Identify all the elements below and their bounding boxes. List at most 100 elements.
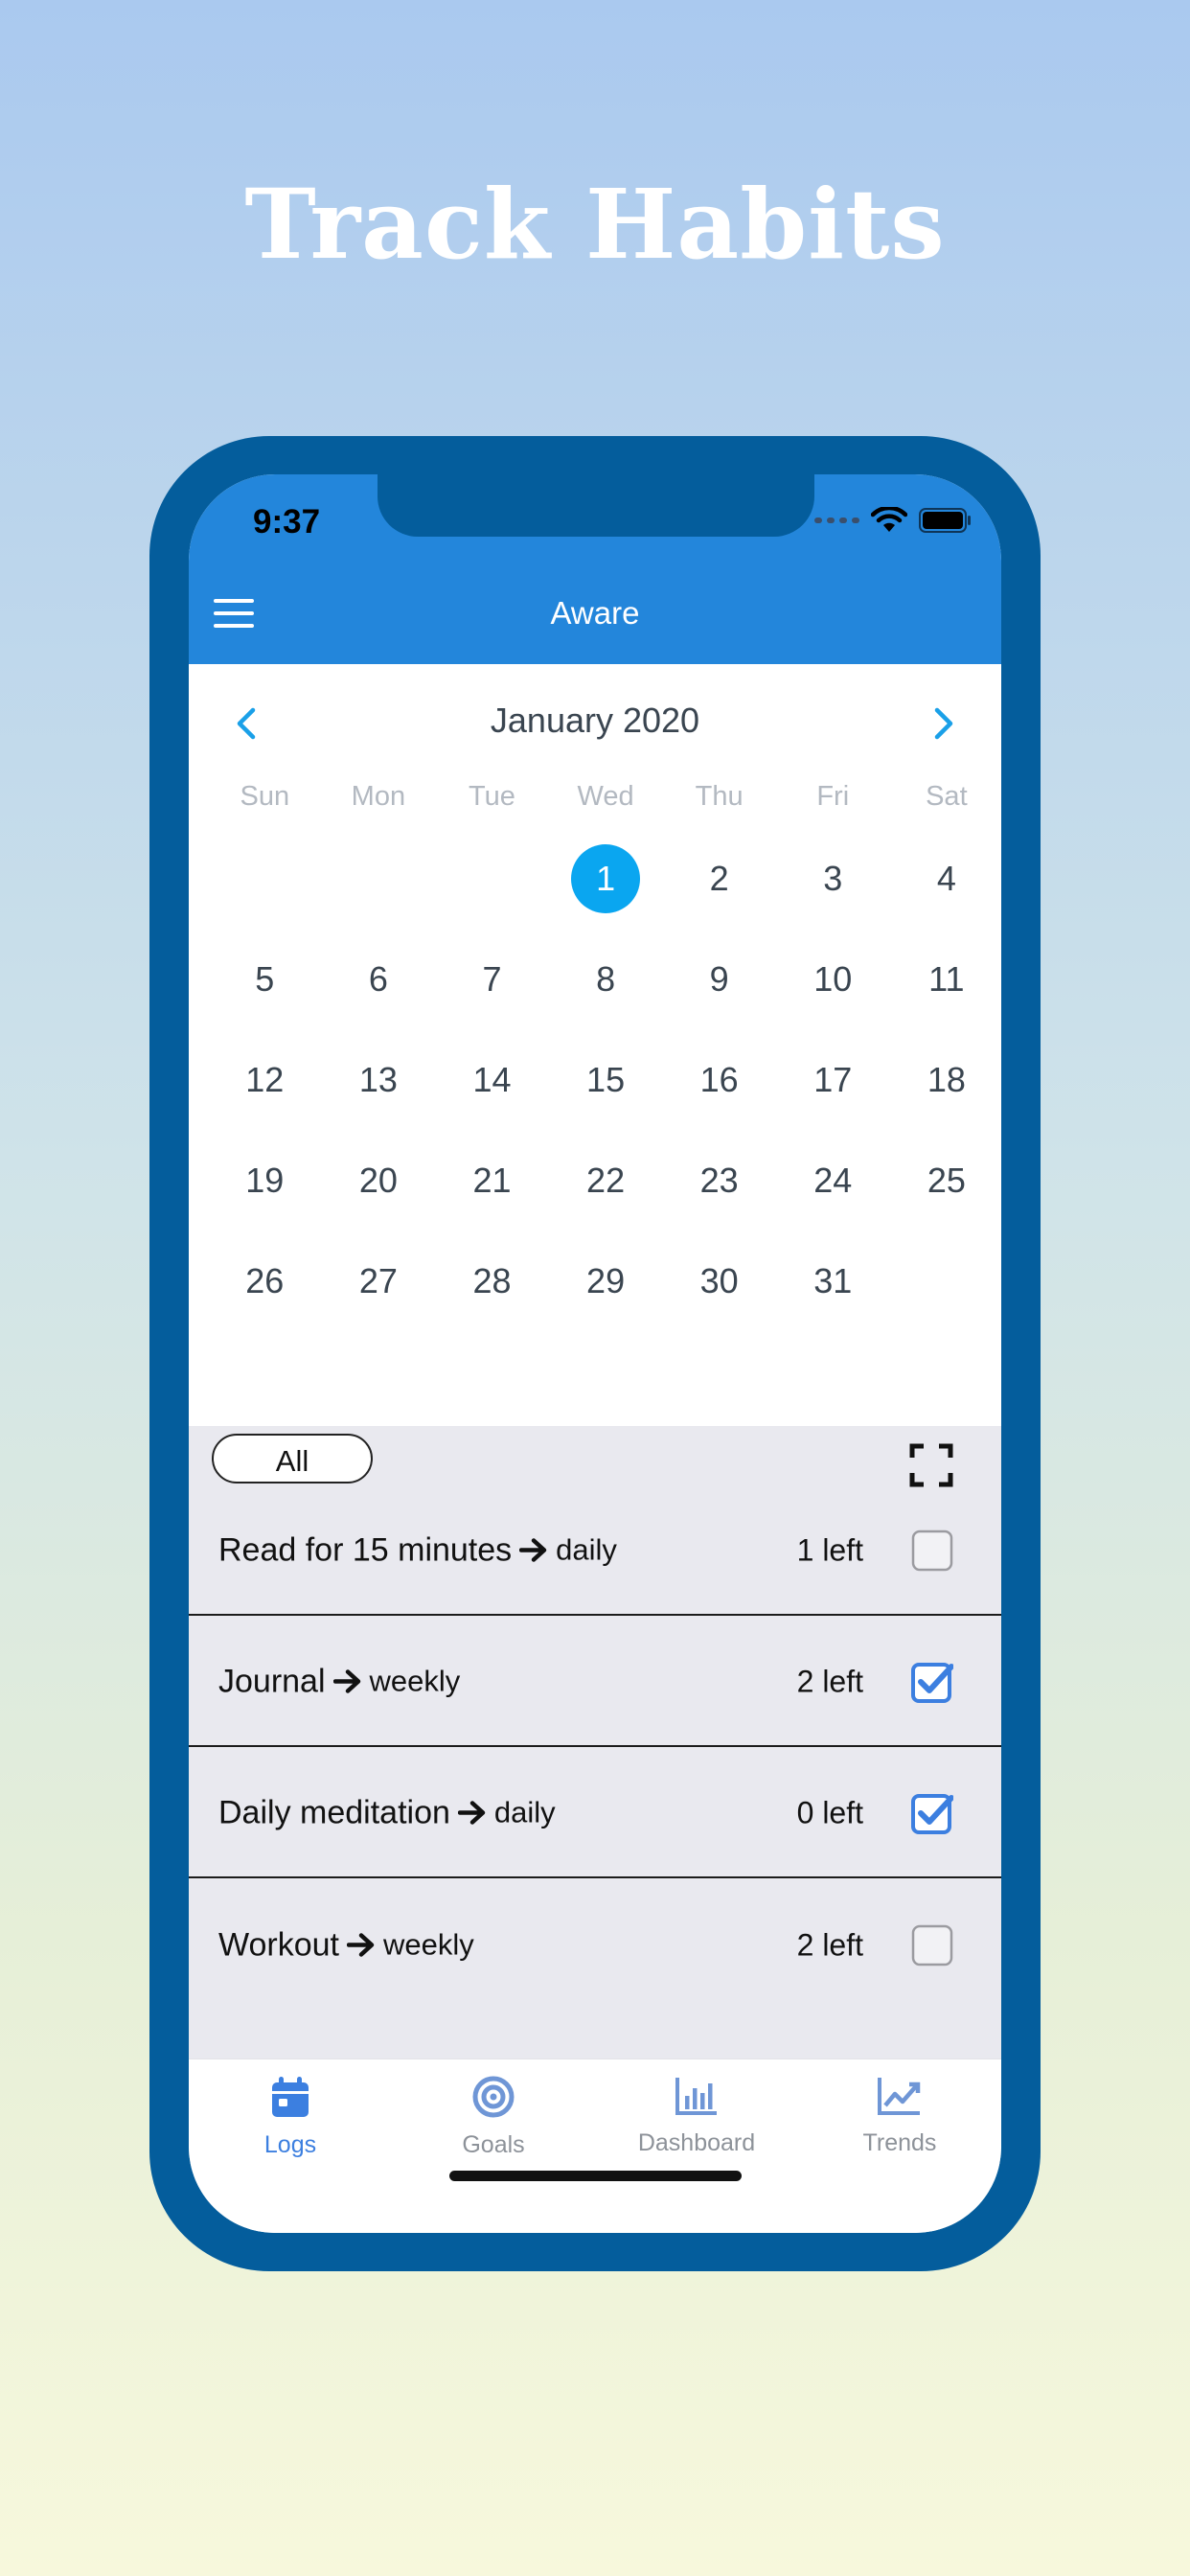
day-cell[interactable]: 13 — [322, 1046, 436, 1146]
habit-row[interactable]: Workout weekly 2 left — [189, 1880, 1001, 2010]
day-cell[interactable]: 21 — [435, 1146, 549, 1247]
bar-chart-icon — [675, 2078, 719, 2121]
day-cell[interactable]: 30 — [662, 1247, 776, 1347]
day-number: 27 — [358, 1261, 398, 1300]
day-number: 30 — [699, 1261, 739, 1300]
habit-frequency: daily — [493, 1795, 556, 1829]
signal-icon — [814, 518, 859, 523]
arrow-right-icon — [457, 1801, 486, 1825]
day-cell[interactable]: 23 — [662, 1146, 776, 1247]
habit-row[interactable]: Read for 15 minutes daily 1 left — [189, 1486, 1001, 1616]
day-number: 8 — [596, 959, 616, 999]
tab-goals[interactable]: Goals — [392, 2075, 595, 2159]
tab-label: Goals — [462, 2131, 525, 2158]
habit-title: Workout weekly — [218, 1926, 474, 1964]
day-cell[interactable]: 27 — [322, 1247, 436, 1347]
calendar-header: January 2020 — [189, 701, 1001, 748]
wifi-icon — [871, 507, 907, 532]
tab-logs[interactable]: Logs — [189, 2075, 392, 2159]
day-empty — [435, 844, 549, 945]
day-cell[interactable]: 6 — [322, 945, 436, 1046]
day-cell[interactable]: 24 — [776, 1146, 890, 1247]
checkbox-checked-icon[interactable] — [911, 1792, 954, 1834]
day-number: 11 — [928, 959, 965, 999]
weekday-label: Mon — [351, 781, 406, 812]
day-cell[interactable]: 12 — [208, 1046, 322, 1146]
tab-trends[interactable]: Trends — [798, 2075, 1001, 2157]
day-number: 20 — [358, 1161, 398, 1200]
status-time: 9:37 — [253, 503, 321, 540]
day-cell[interactable]: 25 — [890, 1146, 1001, 1247]
habit-frequency: weekly — [382, 1927, 474, 1962]
weekday-label: Tue — [469, 781, 515, 812]
expand-icon[interactable] — [909, 1443, 953, 1487]
day-cell[interactable]: 5 — [208, 945, 322, 1046]
target-icon — [471, 2076, 515, 2123]
weekday-row: Sun Mon Tue Wed Thu Fri Sat — [208, 781, 1001, 813]
arrow-right-icon — [346, 1933, 375, 1957]
day-cell[interactable]: 22 — [549, 1146, 663, 1247]
weekday-label: Thu — [695, 781, 744, 812]
day-number: 19 — [245, 1161, 285, 1200]
habit-row[interactable]: Journal weekly 2 left — [189, 1618, 1001, 1747]
arrow-right-icon — [519, 1538, 547, 1562]
habit-title: Daily meditation daily — [218, 1794, 556, 1831]
day-empty — [208, 844, 322, 945]
tab-label: Dashboard — [637, 2129, 756, 2156]
day-empty — [322, 844, 436, 945]
day-cell[interactable]: 9 — [662, 945, 776, 1046]
day-cell[interactable]: 28 — [435, 1247, 549, 1347]
day-cell[interactable]: 8 — [549, 945, 663, 1046]
day-cell[interactable]: 18 — [890, 1046, 1001, 1146]
day-cell[interactable]: 11 — [890, 945, 1001, 1046]
home-indicator — [449, 2171, 742, 2181]
phone-screen: 9:37 Aware January 2020 Sun Mon Tue Wed … — [189, 474, 1001, 2233]
line-chart-icon — [877, 2078, 923, 2121]
tab-dashboard[interactable]: Dashboard — [595, 2075, 798, 2157]
checkbox-empty-icon[interactable] — [911, 1924, 953, 1966]
habit-remaining: 0 left — [796, 1795, 863, 1829]
habit-remaining: 2 left — [796, 1927, 863, 1962]
day-cell[interactable]: 4 — [890, 844, 1001, 945]
day-number: 28 — [472, 1261, 512, 1300]
day-cell[interactable]: 19 — [208, 1146, 322, 1247]
checkbox-checked-icon[interactable] — [911, 1661, 954, 1703]
day-number: 7 — [482, 959, 502, 999]
day-number: 23 — [699, 1161, 739, 1200]
habit-name: Workout — [218, 1926, 339, 1963]
filter-all-button[interactable]: All — [212, 1434, 373, 1484]
chevron-right-icon[interactable] — [932, 706, 955, 741]
tab-bar: Logs Goals Dashboard Trends — [189, 2058, 1001, 2233]
day-number: 4 — [936, 859, 956, 898]
day-cell-selected[interactable]: 1 — [549, 844, 663, 945]
day-number: 6 — [368, 959, 388, 999]
day-cell[interactable]: 7 — [435, 945, 549, 1046]
habit-frequency: daily — [556, 1532, 617, 1567]
weekday-label: Sat — [926, 781, 968, 812]
day-cell[interactable]: 17 — [776, 1046, 890, 1146]
day-cell[interactable]: 3 — [776, 844, 890, 945]
day-number: 25 — [927, 1161, 966, 1200]
day-cell[interactable]: 31 — [776, 1247, 890, 1347]
habit-row[interactable]: Daily meditation daily 0 left — [189, 1749, 1001, 1878]
day-cell[interactable]: 2 — [662, 844, 776, 945]
habit-title: Journal weekly — [218, 1663, 460, 1700]
battery-icon — [919, 508, 971, 533]
checkbox-empty-icon[interactable] — [911, 1530, 953, 1572]
chevron-left-icon[interactable] — [235, 706, 258, 741]
day-cell[interactable]: 26 — [208, 1247, 322, 1347]
day-number: 29 — [586, 1261, 626, 1300]
day-number: 1 — [571, 844, 641, 913]
day-cell[interactable]: 29 — [549, 1247, 663, 1347]
habit-name: Daily meditation — [218, 1794, 450, 1830]
calendar: January 2020 Sun Mon Tue Wed Thu Fri Sat 12345… — [189, 664, 1001, 1426]
tab-label: Logs — [263, 2131, 317, 2158]
day-number: 22 — [586, 1161, 626, 1200]
weekday-label: Fri — [816, 781, 850, 812]
day-number: 2 — [709, 859, 729, 898]
day-cell[interactable]: 10 — [776, 945, 890, 1046]
day-cell[interactable]: 14 — [435, 1046, 549, 1146]
day-cell[interactable]: 15 — [549, 1046, 663, 1146]
day-cell[interactable]: 20 — [322, 1146, 436, 1247]
day-cell[interactable]: 16 — [662, 1046, 776, 1146]
